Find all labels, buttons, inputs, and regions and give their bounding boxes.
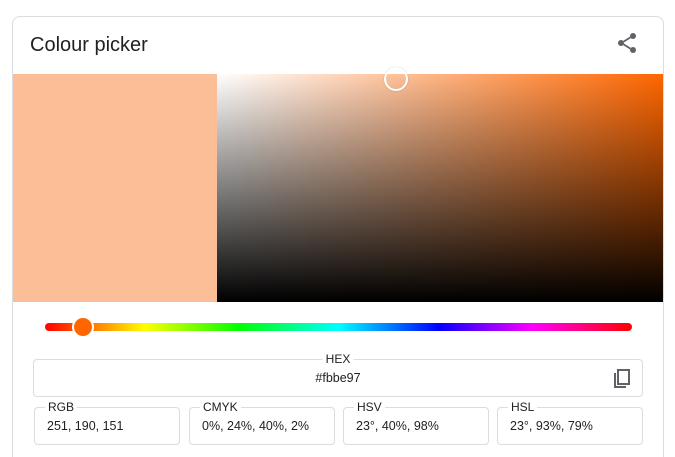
saturation-value-handle[interactable] (383, 66, 408, 91)
rgb-value[interactable]: 251, 190, 151 (47, 419, 123, 433)
hsv-field[interactable]: HSV 23°, 40%, 98% (343, 400, 489, 445)
hsl-label: HSL (508, 400, 538, 414)
hsv-value[interactable]: 23°, 40%, 98% (356, 419, 439, 433)
colour-preview-swatch (13, 74, 217, 302)
hsl-field[interactable]: HSL 23°, 93%, 79% (497, 400, 643, 445)
colour-picker-card: Colour picker HEX #fbbe97 RGB 251, 190, … (12, 16, 664, 457)
copy-icon[interactable] (612, 368, 632, 390)
hex-value[interactable]: #fbbe97 (34, 371, 642, 385)
hue-slider[interactable] (45, 316, 632, 338)
cmyk-field[interactable]: CMYK 0%, 24%, 40%, 2% (189, 400, 335, 445)
share-icon[interactable] (615, 31, 639, 55)
hex-field[interactable]: HEX #fbbe97 (33, 352, 643, 397)
hex-label: HEX (322, 352, 354, 366)
hsl-value[interactable]: 23°, 93%, 79% (510, 419, 593, 433)
hue-slider-handle[interactable] (71, 316, 94, 338)
rgb-field[interactable]: RGB 251, 190, 151 (34, 400, 180, 445)
hsv-label: HSV (354, 400, 385, 414)
rgb-label: RGB (45, 400, 78, 414)
saturation-value-area[interactable] (217, 66, 663, 302)
value-gradient (217, 74, 663, 302)
cmyk-label: CMYK (200, 400, 241, 414)
card-title: Colour picker (30, 34, 148, 56)
cmyk-value[interactable]: 0%, 24%, 40%, 2% (202, 419, 309, 433)
